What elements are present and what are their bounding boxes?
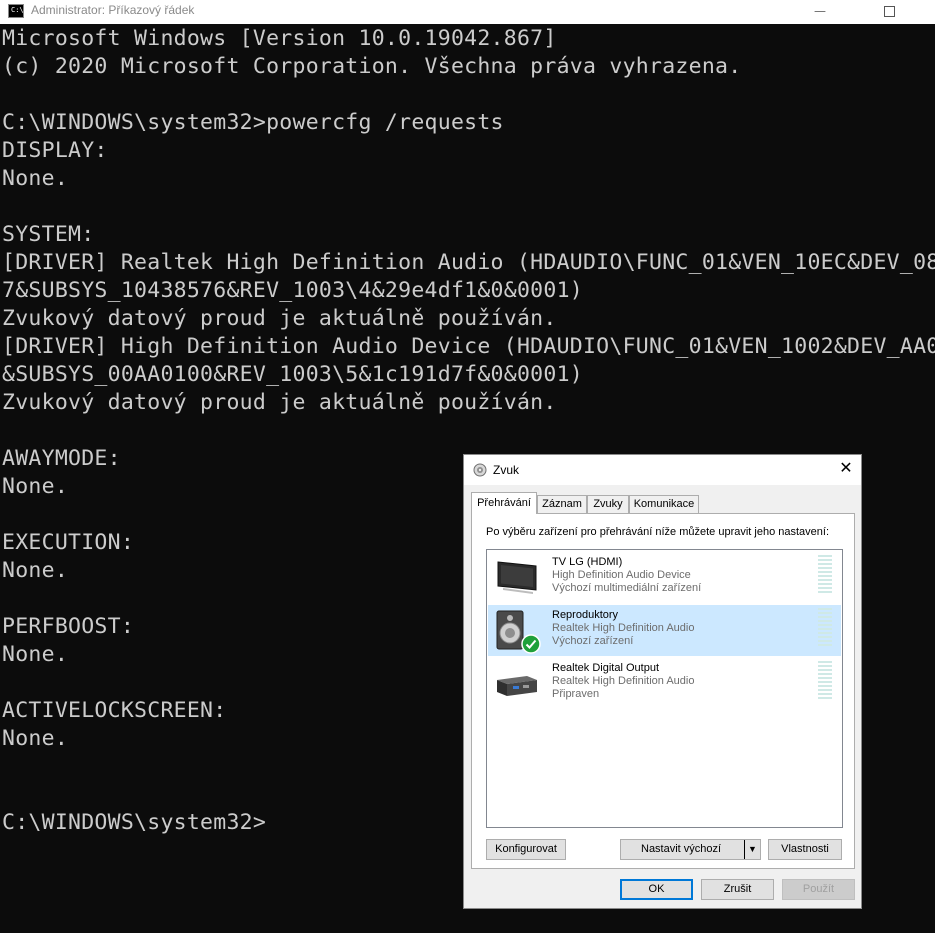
device-list[interactable]: TV LG (HDMI) High Definition Audio Devic… [486,549,843,828]
set-default-button[interactable]: Nastavit výchozí ▼ [620,839,761,860]
device-item-digital-output[interactable]: Realtek Digital Output Realtek High Defi… [488,658,841,709]
playback-panel: Po výběru zařízení pro přehrávání níže m… [471,513,855,869]
cancel-button[interactable]: Zrušit [701,879,774,900]
terminal-line: C:\WINDOWS\system32>powercfg /requests [2,110,504,135]
terminal-line: SYSTEM: [2,222,95,247]
device-status: Výchozí multimediální zařízení [552,582,702,594]
apply-button[interactable]: Použít [782,879,855,900]
device-driver: High Definition Audio Device [552,569,691,581]
sound-speaker-icon [473,463,487,477]
volume-meter [818,608,832,648]
dialog-close-button[interactable]: ✕ [836,459,856,479]
terminal-line: Zvukový datový proud je aktuálně používá… [2,306,557,331]
console-window-title: Administrator: Příkazový řádek [31,3,195,17]
chevron-down-icon[interactable]: ▼ [744,840,760,859]
default-check-icon [521,634,541,654]
terminal-line: DISPLAY: [2,138,108,163]
instruction-text: Po výběru zařízení pro přehrávání níže m… [486,526,830,538]
terminal-line: (c) 2020 Microsoft Corporation. Všechna … [2,54,742,79]
minimize-button[interactable]: — [797,0,843,24]
terminal-line: [DRIVER] High Definition Audio Device (H… [2,334,935,359]
sound-dialog: Zvuk ✕ Přehrávání Záznam Zvuky Komunikac… [463,454,862,909]
maximize-icon [884,6,895,17]
device-name: TV LG (HDMI) [552,556,623,568]
tab-sounds[interactable]: Zvuky [587,495,629,513]
device-item-tv-lg[interactable]: TV LG (HDMI) High Definition Audio Devic… [488,552,841,603]
configure-button[interactable]: Konfigurovat [486,839,566,860]
volume-meter [818,555,832,595]
tab-playback[interactable]: Přehrávání [471,492,537,514]
maximize-button[interactable] [866,0,912,24]
device-status: Připraven [552,688,600,700]
terminal-line: Zvukový datový proud je aktuálně používá… [2,390,557,415]
device-status: Výchozí zařízení [552,635,634,647]
terminal-line: &SUBSYS_00AA0100&REV_1003\5&1c191d7f&0&0… [2,362,583,387]
tab-recording[interactable]: Záznam [537,495,587,513]
tab-communications[interactable]: Komunikace [629,495,699,513]
device-driver: Realtek High Definition Audio [552,675,695,687]
digital-output-icon [497,676,537,696]
device-driver: Realtek High Definition Audio [552,622,695,634]
terminal-line: None. [2,166,69,191]
ok-button[interactable]: OK [620,879,693,900]
cmd-icon: C:\. [8,4,28,18]
properties-button[interactable]: Vlastnosti [768,839,842,860]
volume-meter [818,661,832,701]
terminal-line: [DRIVER] Realtek High Definition Audio (… [2,250,935,275]
console-title-bar[interactable]: C:\. Administrator: Příkazový řádek — [0,0,935,24]
device-name: Realtek Digital Output [552,662,659,674]
device-item-reproduktory[interactable]: Reproduktory Realtek High Definition Aud… [488,605,841,656]
dialog-title: Zvuk [493,463,520,477]
set-default-label: Nastavit výchozí [641,843,722,855]
terminal-line: Microsoft Windows [Version 10.0.19042.86… [2,26,557,51]
monitor-icon [497,561,537,594]
dialog-title-bar[interactable]: Zvuk ✕ [464,455,861,485]
device-name: Reproduktory [552,609,619,621]
terminal-line: 7&SUBSYS_10438576&REV_1003\4&29e4df1&0&0… [2,278,583,303]
